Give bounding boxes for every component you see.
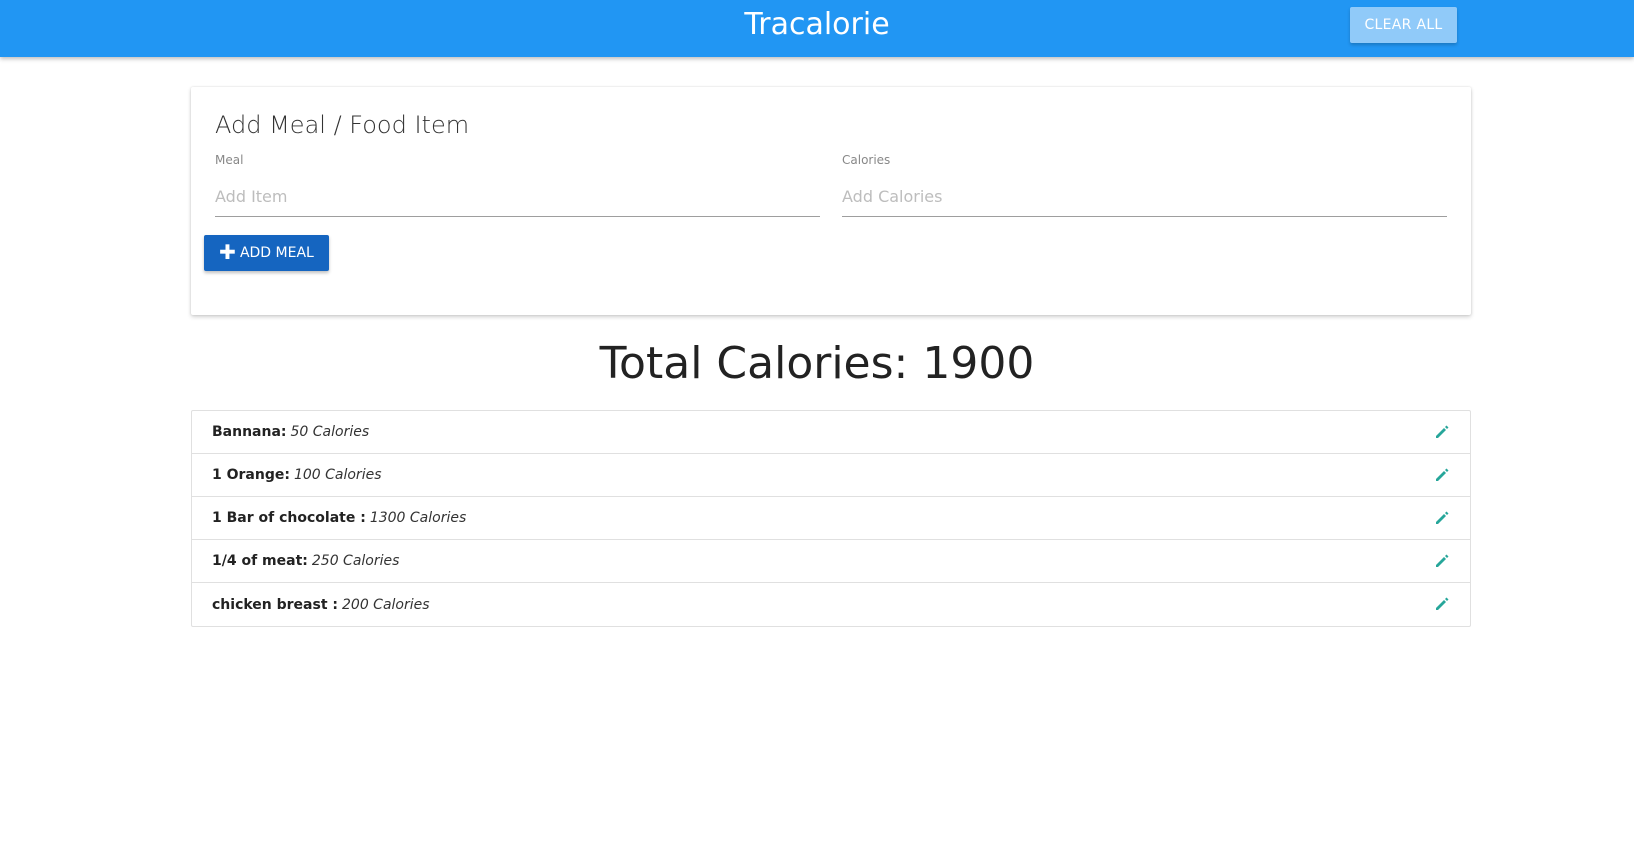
item-name: Bannana:: [212, 424, 287, 440]
item-calories: 50 Calories: [290, 424, 370, 440]
add-meal-card: Add Meal / Food Item Meal Calories ✚ ADD…: [191, 87, 1471, 315]
item-name: 1 Bar of chocolate :: [212, 510, 366, 526]
item-calories: 200 Calories: [342, 596, 430, 613]
pencil-icon[interactable]: [1434, 510, 1450, 526]
calories-field: Calories: [842, 153, 1447, 217]
total-calories: Total Calories: 1900: [599, 338, 1035, 389]
pencil-icon[interactable]: [1434, 424, 1450, 440]
item-calories: 250 Calories: [311, 553, 400, 569]
pencil-icon[interactable]: [1434, 596, 1450, 612]
item-calories: 100 Calories: [293, 467, 382, 483]
item-calories: 1300 Calories: [369, 510, 467, 526]
calories-input[interactable]: [842, 177, 1447, 217]
add-meal-label: ADD MEAL: [239, 245, 314, 261]
clear-all-button[interactable]: CLEAR ALL: [1350, 7, 1457, 43]
list-item: 1 Orange: 100 Calories: [192, 454, 1470, 497]
list-item: Bannana: 50 Calories: [192, 411, 1470, 454]
pencil-icon[interactable]: [1434, 553, 1450, 569]
meal-label: Meal: [215, 153, 244, 167]
navbar: Tracalorie CLEAR ALL: [0, 0, 1634, 57]
list-item: 1 Bar of chocolate : 1300 Calories: [192, 497, 1470, 540]
add-meal-button[interactable]: ✚ ADD MEAL: [204, 235, 329, 271]
item-name: 1/4 of meat:: [212, 553, 308, 569]
calories-label: Calories: [842, 153, 891, 167]
pencil-icon[interactable]: [1434, 467, 1450, 483]
meal-list: Bannana: 50 Calories 1 Orange: 100 Calor…: [191, 410, 1471, 627]
card-title: Add Meal / Food Item: [215, 111, 470, 139]
list-item: 1/4 of meat: 250 Calories: [192, 540, 1470, 583]
meal-field: Meal: [215, 153, 820, 217]
list-item: chicken breast : 200 Calories: [192, 583, 1470, 626]
item-name: 1 Orange:: [212, 467, 290, 483]
item-name: chicken breast :: [212, 596, 338, 613]
meal-input[interactable]: [215, 177, 820, 217]
plus-icon: ✚: [219, 239, 236, 264]
